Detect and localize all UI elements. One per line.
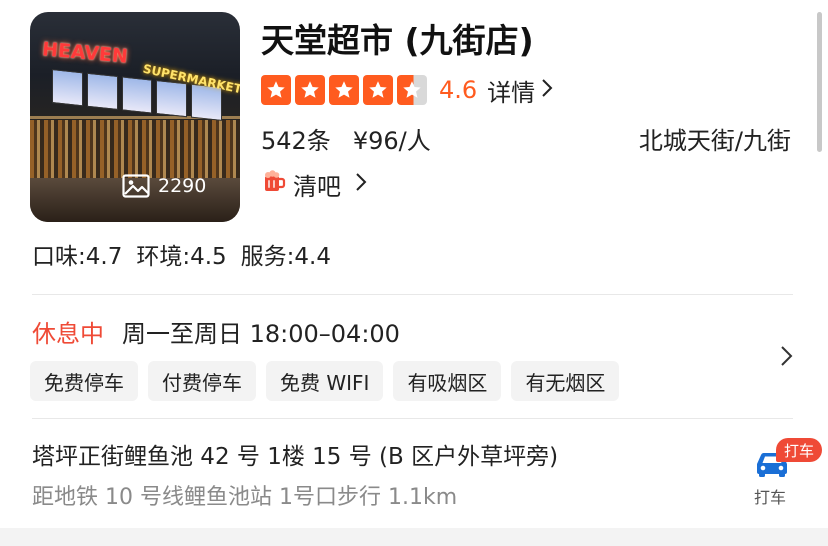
metro-distance: 距地铁 10 号线鲤鱼池站 1号口步行 1.1km xyxy=(32,485,458,510)
chevron-right-icon[interactable] xyxy=(780,345,794,371)
environment-score: 环境:4.5 xyxy=(136,244,227,270)
taxi-label: 打车 xyxy=(754,488,787,507)
star-icon xyxy=(363,75,393,105)
star-icon xyxy=(329,75,359,105)
facility-tag: 免费停车 xyxy=(30,361,138,401)
meta-row: 542条 ¥96/人 北城天街/九街 xyxy=(261,120,791,156)
star-icon xyxy=(261,75,291,105)
facility-tag: 免费 WIFI xyxy=(266,361,384,401)
star-icon xyxy=(295,75,325,105)
shop-address[interactable]: 塔坪正街鲤鱼池 42 号 1楼 15 号 (B 区户外草坪旁) xyxy=(32,437,558,471)
scrollbar[interactable] xyxy=(817,12,822,152)
opening-hours: 周一至周日 18:00–04:00 xyxy=(122,319,400,348)
divider xyxy=(32,418,793,419)
facility-tag: 有吸烟区 xyxy=(393,361,502,401)
taste-score: 口味:4.7 xyxy=(32,244,123,270)
bottle-shelves xyxy=(30,120,240,180)
chevron-right-icon xyxy=(355,170,367,198)
image-icon xyxy=(122,174,150,198)
divider xyxy=(32,294,793,295)
service-score: 服务:4.4 xyxy=(240,244,331,270)
rating-score: 4.6 xyxy=(439,76,478,104)
facility-tags: 免费停车 付费停车 免费 WIFI 有吸烟区 有无烟区 xyxy=(30,361,620,401)
open-status: 休息中 xyxy=(32,319,104,348)
rating-detail-link[interactable]: 详情 xyxy=(487,73,553,108)
review-count[interactable]: 542条 xyxy=(261,121,331,156)
taxi-button[interactable]: 打车 打车 xyxy=(746,438,823,510)
facility-tag: 有无烟区 xyxy=(511,361,620,401)
shop-title: 天堂超市 (九街店) xyxy=(261,21,534,60)
beer-mug-icon xyxy=(261,168,287,200)
price-per-person: ¥96/人 xyxy=(352,126,431,155)
rating-row: 4.6 详情 xyxy=(261,73,553,107)
category-row[interactable]: 清吧 xyxy=(261,166,367,202)
taxi-badge: 打车 xyxy=(776,438,823,462)
photo-count[interactable]: 2290 xyxy=(122,174,206,198)
hours-row[interactable]: 休息中 周一至周日 18:00–04:00 xyxy=(32,313,400,349)
chevron-right-icon xyxy=(541,76,553,104)
neon-sign: HEAVEN xyxy=(41,38,129,68)
half-star-icon xyxy=(397,75,427,105)
category-label: 清吧 xyxy=(293,172,341,201)
subscores: 口味:4.7 环境:4.5 服务:4.4 xyxy=(32,237,331,271)
star-rating xyxy=(261,75,427,105)
business-area[interactable]: 北城天街/九街 xyxy=(639,121,791,156)
facility-tag: 付费停车 xyxy=(148,361,256,401)
shop-photo[interactable]: HEAVEN SUPERMARKET 2290 xyxy=(30,12,240,222)
section-separator xyxy=(0,528,828,546)
photo-count-value: 2290 xyxy=(158,175,207,197)
rating-detail-label: 详情 xyxy=(487,78,536,107)
